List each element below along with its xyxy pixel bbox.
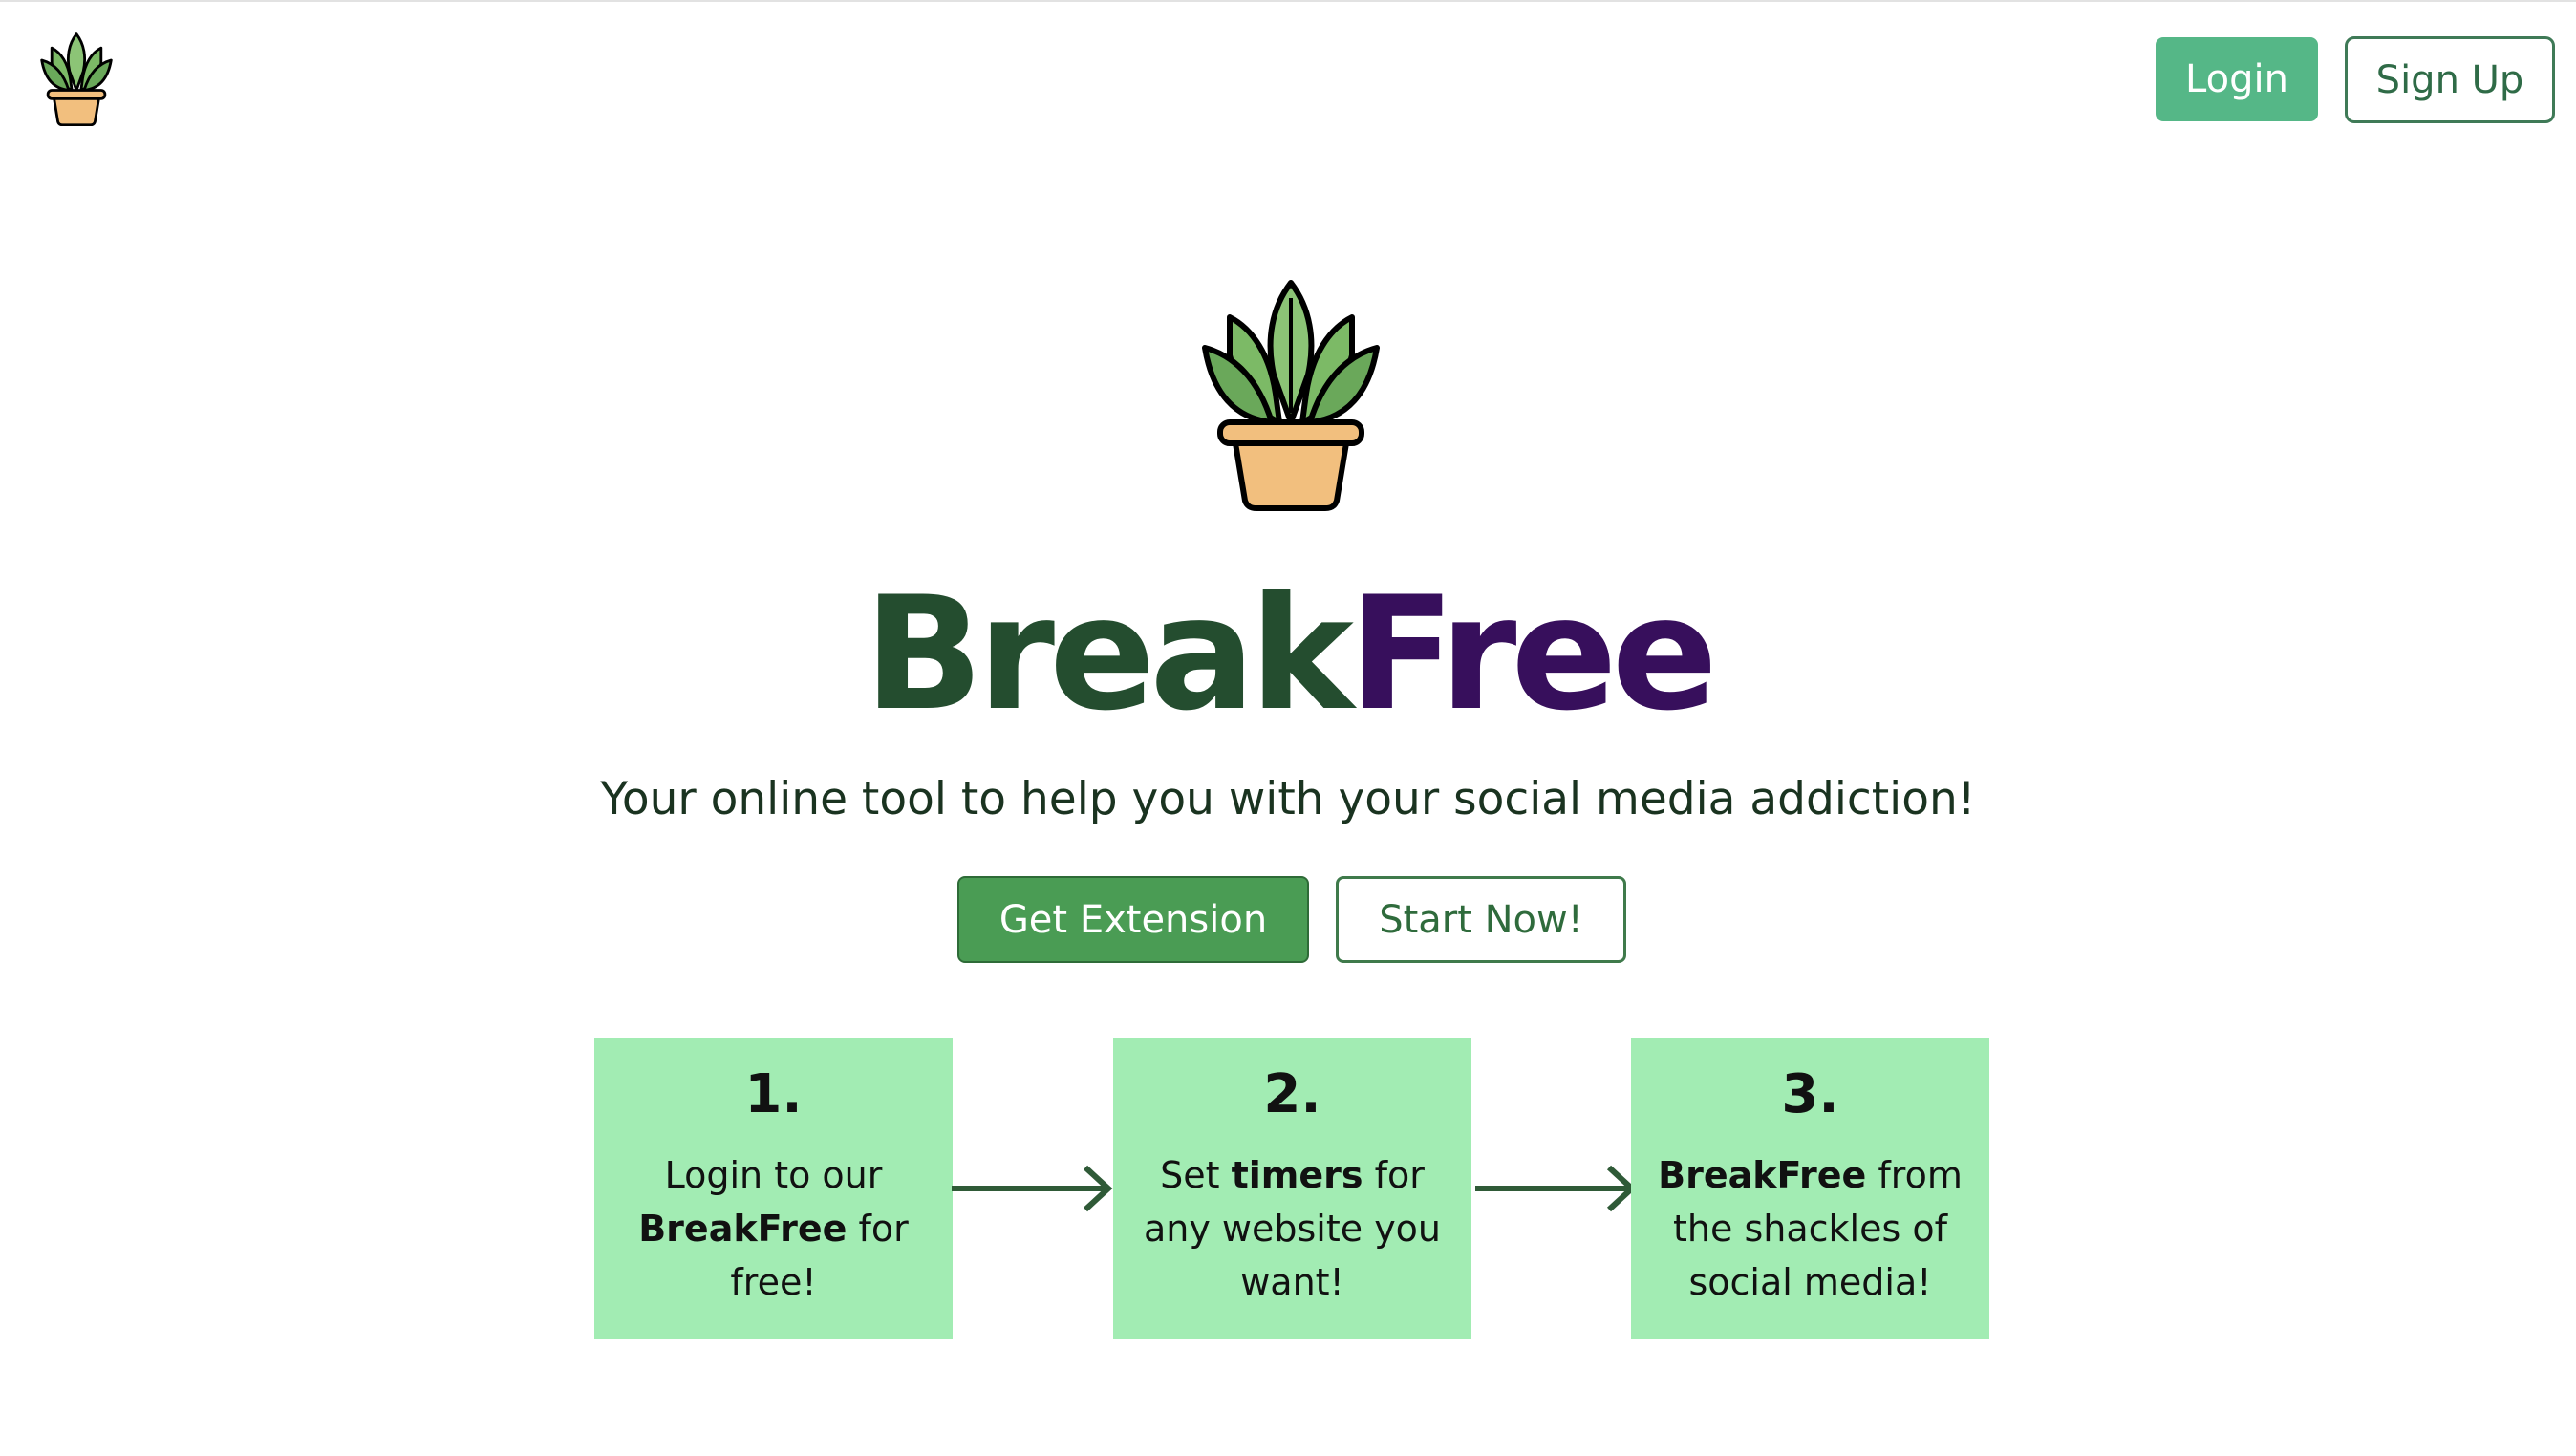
arrow-right-icon	[1475, 1160, 1638, 1217]
start-now-button[interactable]: Start Now!	[1336, 876, 1626, 963]
step-number: 1.	[744, 1063, 803, 1125]
step-text-bold: timers	[1231, 1154, 1363, 1196]
tagline: Your online tool to help you with your s…	[600, 773, 1976, 825]
step-text: BreakFree from the shackles of social me…	[1631, 1148, 1989, 1309]
brand-title-free: Free	[1347, 563, 1718, 745]
brand-title: BreakFree	[0, 564, 2576, 745]
potted-plant-icon[interactable]	[36, 32, 117, 127]
step-text-before: Set	[1160, 1154, 1220, 1196]
step-number: 2.	[1263, 1063, 1321, 1125]
login-button[interactable]: Login	[2156, 37, 2318, 121]
step-card-3: 3. BreakFree from the shackles of social…	[1631, 1038, 1989, 1339]
step-text-bold: BreakFree	[1658, 1154, 1867, 1196]
potted-plant-icon	[1199, 279, 1383, 511]
step-card-1: 1. Login to our BreakFree for free!	[594, 1038, 953, 1339]
step-text-bold: BreakFree	[638, 1208, 848, 1250]
signup-button[interactable]: Sign Up	[2345, 36, 2555, 123]
step-number: 3.	[1781, 1063, 1839, 1125]
step-text: Set timers for any website you want!	[1113, 1148, 1471, 1309]
step-text-before: Login to our	[664, 1154, 883, 1196]
step-text: Login to our BreakFree for free!	[594, 1148, 953, 1309]
page: Login Sign Up BreakFree Your online tool…	[0, 0, 2576, 1456]
step-card-2: 2. Set timers for any website you want!	[1113, 1038, 1471, 1339]
get-extension-button[interactable]: Get Extension	[957, 876, 1309, 963]
brand-title-break: Break	[864, 563, 1354, 745]
arrow-right-icon	[952, 1160, 1114, 1217]
